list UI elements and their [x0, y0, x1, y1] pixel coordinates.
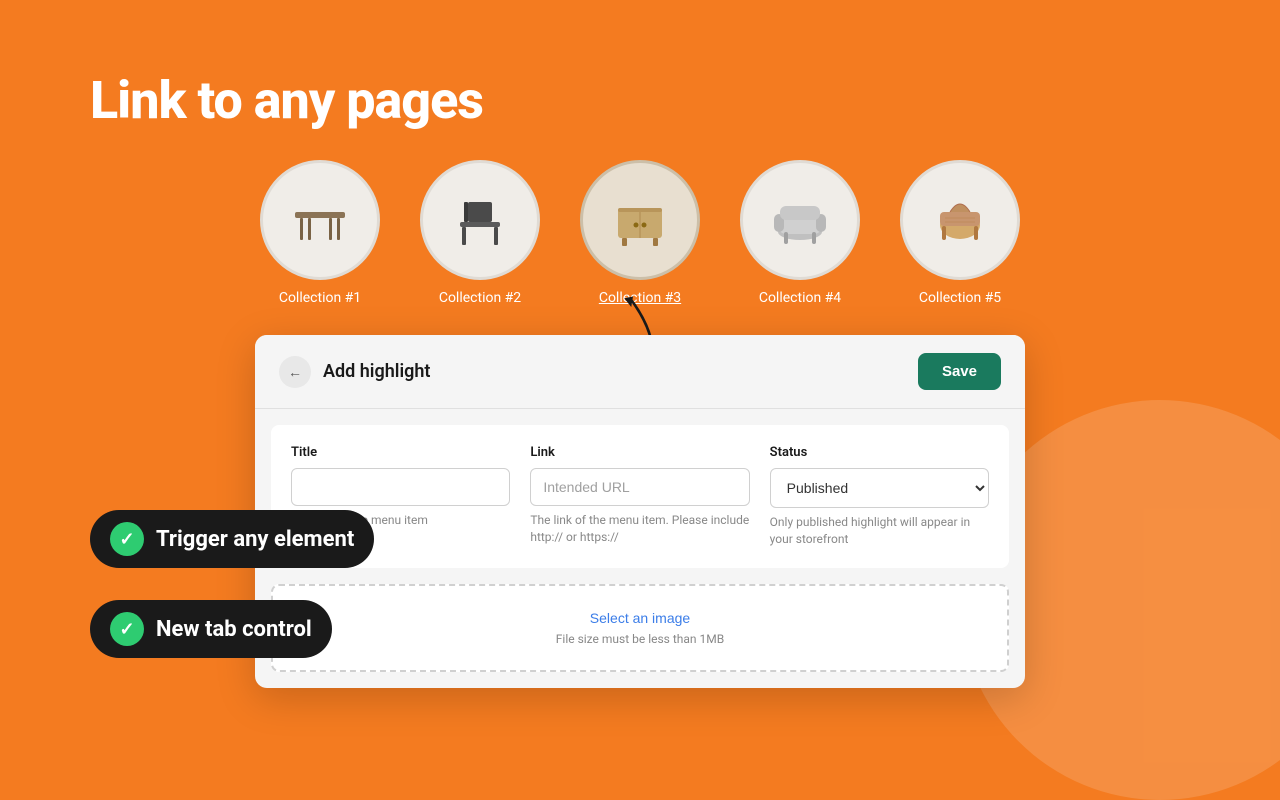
furniture-icon-4 [760, 180, 840, 260]
collection-item-5[interactable]: Collection #5 [900, 160, 1020, 306]
save-button[interactable]: Save [918, 353, 1001, 390]
modal-header-left: ← Add highlight [279, 356, 430, 388]
link-form-group: Link The link of the menu item. Please i… [530, 445, 749, 548]
title-input[interactable] [291, 468, 510, 506]
link-label: Link [530, 445, 749, 460]
trigger-badge-label: Trigger any element [156, 527, 354, 552]
collections-row: Collection #1 Collection #2 [0, 160, 1280, 306]
status-help: Only published highlight will appear in … [770, 514, 989, 548]
link-input[interactable] [530, 468, 749, 506]
furniture-icon-2 [440, 180, 520, 260]
status-select[interactable]: PublishedDraft [770, 468, 989, 508]
trigger-badge: ✓ Trigger any element [90, 510, 374, 568]
link-help: The link of the menu item. Please includ… [530, 512, 749, 546]
collection-circle-4 [740, 160, 860, 280]
collection-circle-2 [420, 160, 540, 280]
newtab-badge: ✓ New tab control [90, 600, 332, 658]
page-title: Link to any pages [90, 70, 483, 131]
furniture-icon-1 [280, 180, 360, 260]
furniture-icon-3 [600, 180, 680, 260]
collection-label-4: Collection #4 [759, 290, 841, 306]
status-form-group: Status PublishedDraft Only published hig… [770, 445, 989, 548]
collection-item-2[interactable]: Collection #2 [420, 160, 540, 306]
collection-item-1[interactable]: Collection #1 [260, 160, 380, 306]
collection-circle-1 [260, 160, 380, 280]
newtab-badge-label: New tab control [156, 617, 312, 642]
modal-title: Add highlight [323, 361, 430, 382]
image-upload-area[interactable]: Select an image File size must be less t… [271, 584, 1009, 672]
collection-item-3[interactable]: Collection #3 [580, 160, 700, 306]
collection-item-4[interactable]: Collection #4 [740, 160, 860, 306]
furniture-icon-5 [920, 180, 1000, 260]
modal-panel: ← Add highlight Save Title The title of … [255, 335, 1025, 688]
trigger-check-icon: ✓ [110, 522, 144, 556]
back-button[interactable]: ← [279, 356, 311, 388]
newtab-check-icon: ✓ [110, 612, 144, 646]
collection-circle-5 [900, 160, 1020, 280]
form-row: Title The title of the menu item Link Th… [291, 445, 989, 548]
status-label: Status [770, 445, 989, 460]
upload-hint: File size must be less than 1MB [556, 632, 724, 646]
collection-label-5: Collection #5 [919, 290, 1001, 306]
select-image-button[interactable]: Select an image [590, 610, 690, 626]
modal-header: ← Add highlight Save [255, 335, 1025, 409]
title-label: Title [291, 445, 510, 460]
collection-label-3: Collection #3 [599, 290, 681, 306]
modal-body: Title The title of the menu item Link Th… [271, 425, 1009, 568]
collection-circle-3 [580, 160, 700, 280]
collection-label-2: Collection #2 [439, 290, 521, 306]
collection-label-1: Collection #1 [279, 290, 361, 306]
